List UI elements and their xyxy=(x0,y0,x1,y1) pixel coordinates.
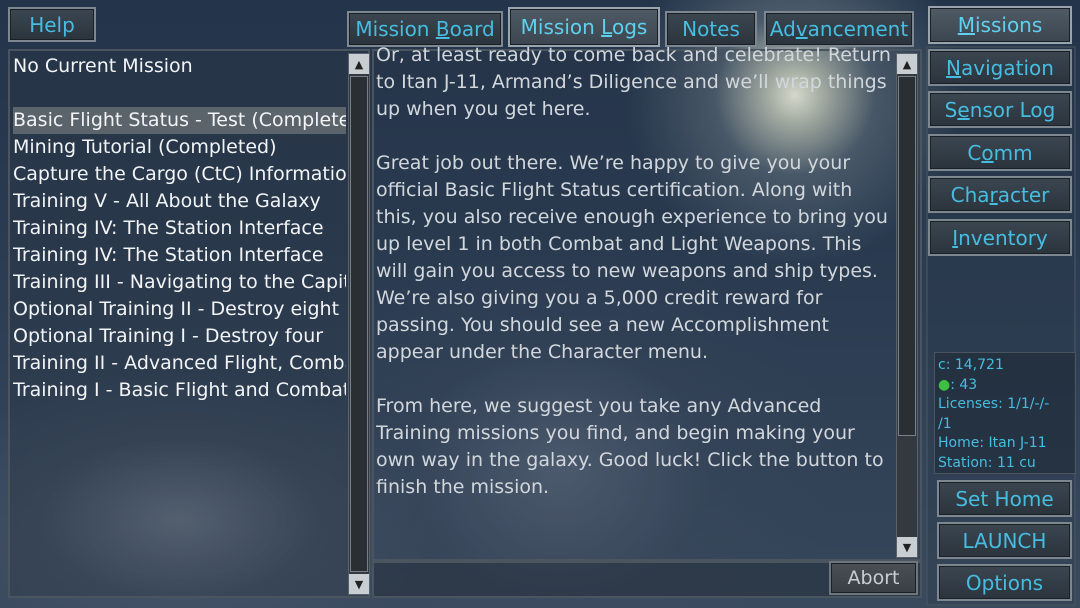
mission-text-scrollbar[interactable]: ▲ ▼ xyxy=(896,53,918,558)
mission-list-scroll-thumb[interactable] xyxy=(350,76,368,572)
gems-row: ●: 43 xyxy=(938,376,1075,396)
mission-paragraph: Or, at least ready to come back and cele… xyxy=(376,46,891,120)
scroll-down-arrow-icon[interactable]: ▼ xyxy=(349,574,369,594)
sensor-log-button[interactable]: Sensor Log xyxy=(928,91,1072,128)
missions-button[interactable]: Missions xyxy=(928,6,1072,44)
current-mission-label: No Current Mission xyxy=(13,55,193,77)
tab-mission-board-label: Mission Board xyxy=(355,17,495,41)
inventory-button[interactable]: Inventory xyxy=(928,219,1072,256)
navigation-button[interactable]: Navigation xyxy=(928,49,1072,86)
options-button[interactable]: Options xyxy=(937,564,1072,601)
mission-paragraph: From here, we suggest you take any Advan… xyxy=(376,395,884,498)
mission-list-item[interactable]: Training II - Advanced Flight, Combat xyxy=(13,350,346,377)
mission-list-item[interactable]: Capture the Cargo (CtC) Information xyxy=(13,161,346,188)
missions-label: Missions xyxy=(957,13,1043,37)
mission-list-item[interactable]: Optional Training I - Destroy four xyxy=(13,323,346,350)
gems-value: : 43 xyxy=(950,376,978,393)
tab-advancement-label: Advancement xyxy=(769,17,909,41)
help-button[interactable]: Help xyxy=(8,7,96,42)
tab-mission-board[interactable]: Mission Board xyxy=(347,11,503,47)
mission-text-scroll-thumb[interactable] xyxy=(898,76,916,436)
credits-value: c: 14,721 xyxy=(938,357,1004,373)
mission-list-item[interactable]: Optional Training II - Destroy eight xyxy=(13,296,346,323)
inventory-label: Inventory xyxy=(952,225,1048,250)
character-button[interactable]: Character xyxy=(928,176,1072,213)
abort-button[interactable]: Abort xyxy=(829,561,918,595)
options-label: Options xyxy=(965,570,1044,595)
mission-list-scrollbar[interactable]: ▲ ▼ xyxy=(348,53,370,595)
player-stats: c: 14,721 ●: 43 Licenses: 1/1/-/- /1 Hom… xyxy=(934,352,1076,474)
tab-notes-label: Notes xyxy=(682,17,740,41)
character-label: Character xyxy=(950,182,1050,207)
mission-paragraph: Great job out there. We’re happy to give… xyxy=(376,152,888,363)
mission-list-item[interactable]: Training IV: The Station Interface xyxy=(13,242,346,269)
set-home-button[interactable]: Set Home xyxy=(937,480,1072,517)
help-label: Help xyxy=(29,12,75,37)
mission-description: Or, at least ready to come back and cele… xyxy=(376,46,894,556)
launch-label: LAUNCH xyxy=(962,528,1047,553)
navigation-label: Navigation xyxy=(946,55,1054,80)
mission-list-item[interactable]: Training V - All About the Galaxy xyxy=(13,188,346,215)
comm-button[interactable]: Comm xyxy=(928,134,1072,171)
mission-list-item[interactable]: Training III - Navigating to the Capitol xyxy=(13,269,346,296)
mission-list-item[interactable]: Training I - Basic Flight and Combat xyxy=(13,377,346,404)
tab-advancement[interactable]: Advancement xyxy=(764,11,914,47)
licenses-value: Licenses: 1/1/-/- xyxy=(938,396,1050,413)
tab-mission-logs[interactable]: Mission Logs xyxy=(508,7,660,47)
comm-label: Comm xyxy=(967,140,1033,165)
set-home-label: Set Home xyxy=(955,486,1054,511)
scroll-up-arrow-icon[interactable]: ▲ xyxy=(897,54,917,74)
home-value: Home: Itan J-11 xyxy=(938,435,1047,452)
scroll-down-arrow-icon[interactable]: ▼ xyxy=(897,537,917,557)
mission-list-item[interactable]: Basic Flight Status - Test (Completed) xyxy=(13,107,346,134)
abort-label: Abort xyxy=(847,567,900,589)
licenses-value-cont: /1 xyxy=(938,415,952,432)
scroll-up-arrow-icon[interactable]: ▲ xyxy=(349,54,369,74)
sensor-log-label: Sensor Log xyxy=(944,97,1056,122)
gem-icon: ● xyxy=(938,376,951,393)
tab-notes[interactable]: Notes xyxy=(665,11,757,47)
station-value: Station: 11 cu xyxy=(938,454,1036,471)
mission-list-item[interactable]: Mining Tutorial (Completed) xyxy=(13,134,346,161)
launch-button[interactable]: LAUNCH xyxy=(937,522,1072,559)
tab-mission-logs-label: Mission Logs xyxy=(520,15,648,39)
mission-list-item[interactable]: Training IV: The Station Interface xyxy=(13,215,346,242)
